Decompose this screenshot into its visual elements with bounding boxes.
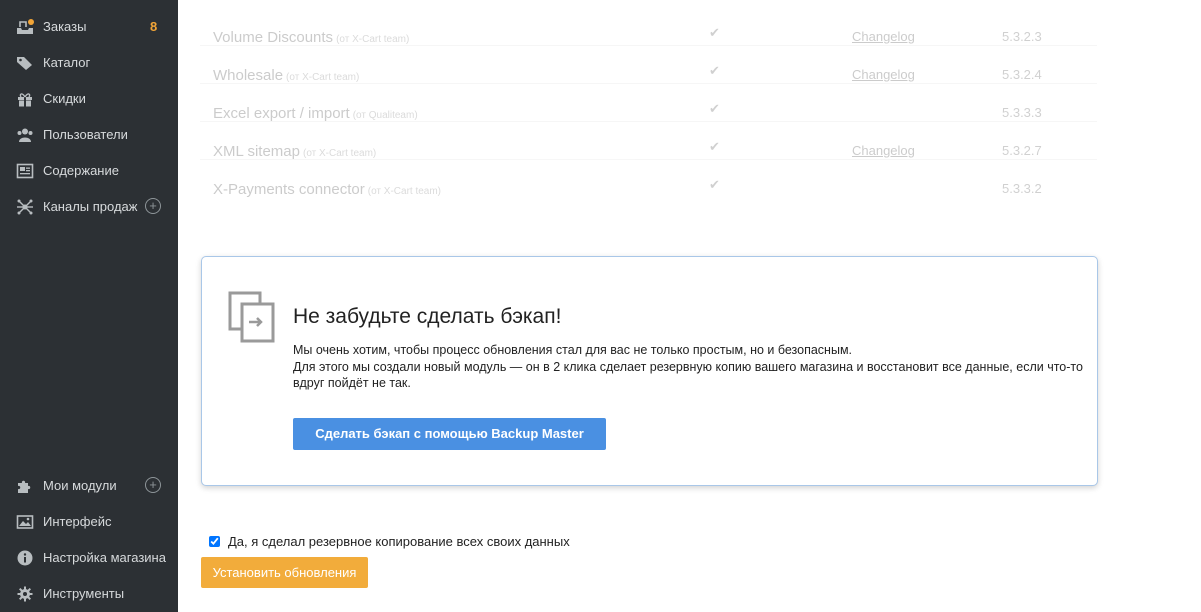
- module-author: (от X-Cart team): [336, 34, 410, 45]
- module-version: 5.3.2.4: [1002, 67, 1042, 82]
- check-icon: ✔: [709, 101, 720, 116]
- sidebar-item-label: Каналы продаж: [43, 199, 138, 214]
- table-row: X-Payments connector (от X-Cart team) ✔ 5…: [200, 160, 1097, 198]
- sidebar: Заказы 8 Каталог Скидки Пользователи Сод…: [0, 0, 178, 612]
- backup-confirm[interactable]: Да, я сделал резервное копирование всех …: [209, 533, 570, 549]
- sidebar-item-interface[interactable]: Интерфейс: [0, 507, 178, 537]
- sidebar-item-label: Инструменты: [43, 586, 125, 601]
- sidebar-item-catalog[interactable]: Каталог: [0, 48, 178, 78]
- changelog-link[interactable]: Changelog: [852, 67, 915, 82]
- sidebar-item-label: Содержание: [43, 163, 119, 178]
- module-name: Wholesale: [213, 67, 284, 84]
- changelog-link[interactable]: Changelog: [852, 143, 915, 158]
- sidebar-item-label: Интерфейс: [43, 514, 112, 529]
- module-author: (от X-Cart team): [367, 186, 442, 197]
- users-icon: [17, 128, 33, 142]
- sidebar-item-label: Каталог: [43, 55, 91, 70]
- add-module-button[interactable]: +: [145, 477, 161, 493]
- sidebar-item-label: Заказы: [43, 19, 87, 34]
- notice-line-1: Мы очень хотим, чтобы процесс обновления…: [293, 343, 853, 357]
- module-author: (от X-Cart team): [302, 148, 377, 159]
- modules-table: Volume Discounts (от X-Cart team) ✔ Chang…: [200, 0, 1097, 215]
- sidebar-item-discounts[interactable]: Скидки: [0, 84, 178, 114]
- channels-icon: [17, 199, 33, 215]
- module-version: 5.3.2.7: [1002, 143, 1042, 158]
- notice-title: Не забудьте сделать бэкап!: [293, 305, 562, 328]
- module-version: 5.3.2.3: [1002, 29, 1042, 44]
- table-row: Volume Discounts (от X-Cart team) ✔ Chang…: [200, 8, 1097, 46]
- sidebar-item-sales-channels[interactable]: Каналы продаж +: [0, 192, 178, 222]
- module-name: Excel export / import: [213, 105, 350, 122]
- table-row: Wholesale (от X-Cart team) ✔ Changelog 5.…: [200, 46, 1097, 84]
- sidebar-item-my-modules[interactable]: Мои модули +: [0, 471, 178, 501]
- content-icon: [16, 163, 34, 179]
- module-name: X-Payments connector: [213, 181, 365, 198]
- sidebar-item-store-setup[interactable]: Настройка магазина: [0, 543, 178, 573]
- backup-confirm-checkbox[interactable]: [209, 535, 220, 547]
- module-name: XML sitemap: [213, 143, 300, 160]
- sidebar-item-label: Мои модули: [43, 478, 117, 493]
- module-version: 5.3.3.2: [1002, 181, 1042, 196]
- module-name: Volume Discounts: [213, 29, 334, 46]
- check-icon: ✔: [709, 25, 720, 40]
- check-icon: ✔: [709, 139, 720, 154]
- table-row: Excel export / import (от Qualiteam) ✔ 5.…: [200, 84, 1097, 122]
- backup-notice: Не забудьте сделать бэкап! Мы очень хоти…: [201, 256, 1098, 486]
- info-icon: [17, 550, 33, 566]
- orders-count-badge: 8: [150, 19, 158, 34]
- check-icon: ✔: [709, 63, 720, 78]
- tag-icon: [17, 57, 32, 70]
- sidebar-item-label: Настройка магазина: [43, 550, 166, 565]
- backup-master-button[interactable]: Сделать бэкап с помощью Backup Master: [293, 418, 606, 450]
- sidebar-item-label: Скидки: [43, 91, 86, 106]
- module-author: (от Qualiteam): [352, 110, 418, 121]
- check-icon: ✔: [709, 177, 720, 192]
- sidebar-item-content[interactable]: Содержание: [0, 156, 178, 186]
- table-row: XML sitemap (от X-Cart team) ✔ Changelog …: [200, 122, 1097, 160]
- sidebar-item-label: Пользователи: [43, 127, 128, 142]
- changelog-link[interactable]: Changelog: [852, 29, 915, 44]
- puzzle-icon: [18, 480, 31, 493]
- sidebar-item-users[interactable]: Пользователи: [0, 120, 178, 150]
- module-author: (от X-Cart team): [286, 72, 360, 83]
- gear-icon: [17, 586, 33, 602]
- gift-icon: [18, 93, 32, 107]
- sidebar-item-tools[interactable]: Инструменты: [0, 579, 178, 609]
- image-icon: [16, 515, 34, 529]
- backup-confirm-label: Да, я сделал резервное копирование всех …: [228, 533, 570, 549]
- notice-text: Мы очень хотим, чтобы процесс обновления…: [293, 342, 1083, 392]
- orders-icon: [17, 19, 34, 34]
- install-updates-button[interactable]: Установить обновления: [201, 557, 368, 588]
- notice-line-2: Для этого мы создали новый модуль — он в…: [293, 359, 1083, 391]
- module-version: 5.3.3.3: [1002, 105, 1042, 120]
- add-channel-button[interactable]: +: [145, 198, 161, 214]
- copy-icon: [228, 291, 275, 343]
- sidebar-item-orders[interactable]: Заказы 8: [0, 12, 178, 42]
